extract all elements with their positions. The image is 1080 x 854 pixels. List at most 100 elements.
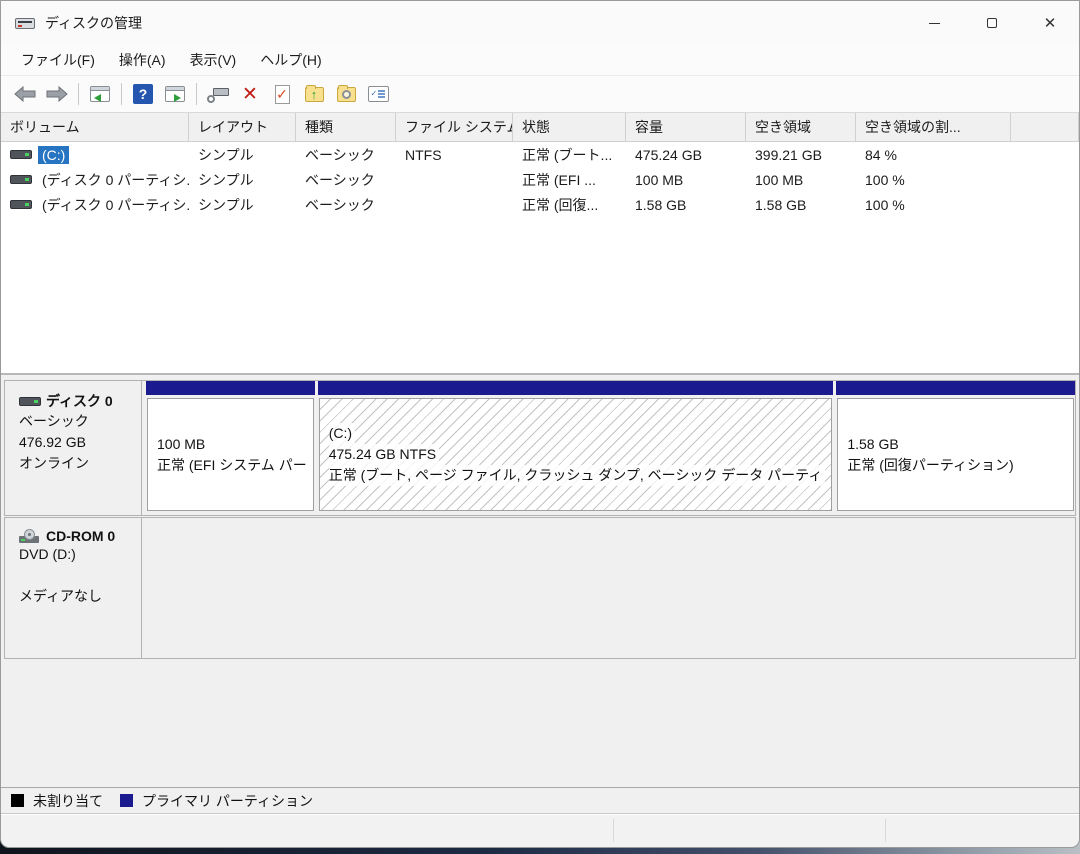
- table-row[interactable]: (C:) シンプル ベーシック NTFS 正常 (ブート... 475.24 G…: [1, 142, 1079, 167]
- partition-size: 475.24 GB NTFS: [329, 444, 439, 465]
- drive-search-icon: [207, 85, 229, 103]
- back-arrow-icon: [14, 86, 36, 102]
- partition-color-bar: [318, 381, 834, 395]
- legend-unallocated-swatch: [11, 794, 24, 807]
- cell-layout: シンプル: [189, 142, 296, 167]
- status-bar: [1, 813, 1079, 847]
- column-header-layout[interactable]: レイアウト: [189, 113, 296, 141]
- forward-arrow-icon: [46, 86, 68, 102]
- menu-action[interactable]: 操作(A): [107, 46, 178, 74]
- partition-size: 100 MB: [157, 434, 205, 455]
- drive-icon: [10, 200, 32, 209]
- folder-search-icon: [337, 87, 356, 102]
- help-icon: ?: [133, 84, 153, 104]
- disk-management-window: ディスクの管理 ✕ ファイル(F) 操作(A) 表示(V) ヘルプ(H) ?: [0, 0, 1080, 848]
- legend-primary-label: プライマリ パーティション: [142, 791, 313, 811]
- back-button[interactable]: [9, 80, 41, 108]
- table-row[interactable]: (ディスク 0 パーティシ... シンプル ベーシック 正常 (EFI ... …: [1, 167, 1079, 192]
- disk0-name: ディスク 0: [46, 391, 113, 411]
- folder-search-button[interactable]: [330, 80, 362, 108]
- cell-free-pct: 100 %: [856, 192, 1011, 217]
- cell-layout: シンプル: [189, 192, 296, 217]
- disk-icon: [19, 397, 41, 406]
- close-button[interactable]: ✕: [1021, 1, 1079, 45]
- partition-c[interactable]: (C:) 475.24 GB NTFS 正常 (ブート, ページ ファイル, ク…: [318, 381, 834, 515]
- cell-type: ベーシック: [296, 142, 396, 167]
- legend-unallocated-label: 未割り当て: [33, 791, 103, 811]
- folder-up-icon: ↑: [305, 87, 324, 102]
- rescan-disk-button[interactable]: [202, 80, 234, 108]
- column-header-free-pct[interactable]: 空き領域の割...: [856, 113, 1011, 141]
- graphical-view: ディスク 0 ベーシック 476.92 GB オンライン 100 MB 正常 (…: [1, 375, 1079, 787]
- toolbar: ? ✕ ✓ ↑ ✓: [1, 76, 1079, 113]
- cell-free: 399.21 GB: [746, 142, 856, 167]
- cell-status: 正常 (ブート...: [513, 142, 626, 167]
- volume-name: (ディスク 0 パーティシ...: [38, 194, 189, 216]
- cell-capacity: 100 MB: [626, 167, 746, 192]
- folder-up-button[interactable]: ↑: [298, 80, 330, 108]
- cdrom-icon: [19, 529, 41, 543]
- help-button[interactable]: ?: [127, 80, 159, 108]
- document-check-icon: ✓: [275, 85, 290, 104]
- cdrom-name: CD-ROM 0: [46, 528, 115, 544]
- cell-free-pct: 84 %: [856, 142, 1011, 167]
- volume-name: (ディスク 0 パーティシ...: [38, 169, 189, 191]
- column-header-volume[interactable]: ボリューム: [1, 113, 189, 141]
- disk0-size: 476.92 GB: [19, 432, 131, 453]
- toolbar-separator: [78, 83, 79, 105]
- column-header-capacity[interactable]: 容量: [626, 113, 746, 141]
- partition-recovery[interactable]: 1.58 GB 正常 (回復パーティション): [836, 381, 1075, 515]
- menu-bar: ファイル(F) 操作(A) 表示(V) ヘルプ(H): [1, 45, 1079, 76]
- cell-type: ベーシック: [296, 192, 396, 217]
- partition-status: 正常 (回復パーティション): [847, 455, 1013, 476]
- statusbar-divider: [613, 819, 614, 842]
- column-header-free[interactable]: 空き領域: [746, 113, 856, 141]
- window-title: ディスクの管理: [45, 13, 142, 33]
- disk0-type: ベーシック: [19, 411, 131, 432]
- minimize-button[interactable]: [905, 1, 963, 45]
- cell-type: ベーシック: [296, 167, 396, 192]
- toolbar-separator: [196, 83, 197, 105]
- title-bar: ディスクの管理 ✕: [1, 1, 1079, 45]
- cdrom-empty-area: [142, 517, 1076, 659]
- cdrom-media-status: メディアなし: [19, 586, 131, 607]
- drive-icon: [10, 150, 32, 159]
- checklist-button[interactable]: ✓: [362, 80, 394, 108]
- checklist-icon: ✓: [368, 86, 389, 102]
- forward-button[interactable]: [41, 80, 73, 108]
- partition-size: 1.58 GB: [847, 434, 898, 455]
- disk0-header[interactable]: ディスク 0 ベーシック 476.92 GB オンライン: [4, 380, 142, 516]
- volume-list-header: ボリューム レイアウト 種類 ファイル システム 状態 容量 空き領域 空き領域…: [1, 113, 1079, 142]
- volume-list: ボリューム レイアウト 種類 ファイル システム 状態 容量 空き領域 空き領域…: [1, 113, 1079, 375]
- cell-status: 正常 (回復...: [513, 192, 626, 217]
- column-header-type[interactable]: 種類: [296, 113, 396, 141]
- menu-file[interactable]: ファイル(F): [9, 46, 107, 74]
- cell-free-pct: 100 %: [856, 167, 1011, 192]
- volume-name: (C:): [38, 146, 69, 164]
- show-action-pane-button[interactable]: [159, 80, 191, 108]
- partition-color-bar: [836, 381, 1075, 395]
- partition-status: 正常 (EFI システム パー: [157, 455, 307, 476]
- close-icon: ✕: [1044, 14, 1057, 32]
- show-console-tree-button[interactable]: [84, 80, 116, 108]
- menu-help[interactable]: ヘルプ(H): [248, 46, 333, 74]
- menu-view[interactable]: 表示(V): [178, 46, 249, 74]
- cell-free: 100 MB: [746, 167, 856, 192]
- legend-primary-swatch: [120, 794, 133, 807]
- maximize-button[interactable]: [963, 1, 1021, 45]
- column-header-status[interactable]: 状態: [513, 113, 626, 141]
- console-tree-icon: [90, 86, 110, 102]
- minimize-icon: [929, 23, 940, 24]
- cell-status: 正常 (EFI ...: [513, 167, 626, 192]
- table-row[interactable]: (ディスク 0 パーティシ... シンプル ベーシック 正常 (回復... 1.…: [1, 192, 1079, 217]
- partition-efi[interactable]: 100 MB 正常 (EFI システム パー: [146, 381, 315, 515]
- cell-layout: シンプル: [189, 167, 296, 192]
- disk0-status: オンライン: [19, 453, 131, 474]
- cdrom-header[interactable]: CD-ROM 0 DVD (D:) メディアなし: [4, 517, 142, 659]
- cdrom-band: CD-ROM 0 DVD (D:) メディアなし: [4, 517, 1076, 659]
- partition-status: 正常 (ブート, ページ ファイル, クラッシュ ダンプ, ベーシック データ …: [329, 465, 826, 486]
- document-check-button[interactable]: ✓: [266, 80, 298, 108]
- delete-button[interactable]: ✕: [234, 80, 266, 108]
- column-header-filesystem[interactable]: ファイル システム: [396, 113, 513, 141]
- disk0-band: ディスク 0 ベーシック 476.92 GB オンライン 100 MB 正常 (…: [4, 380, 1076, 516]
